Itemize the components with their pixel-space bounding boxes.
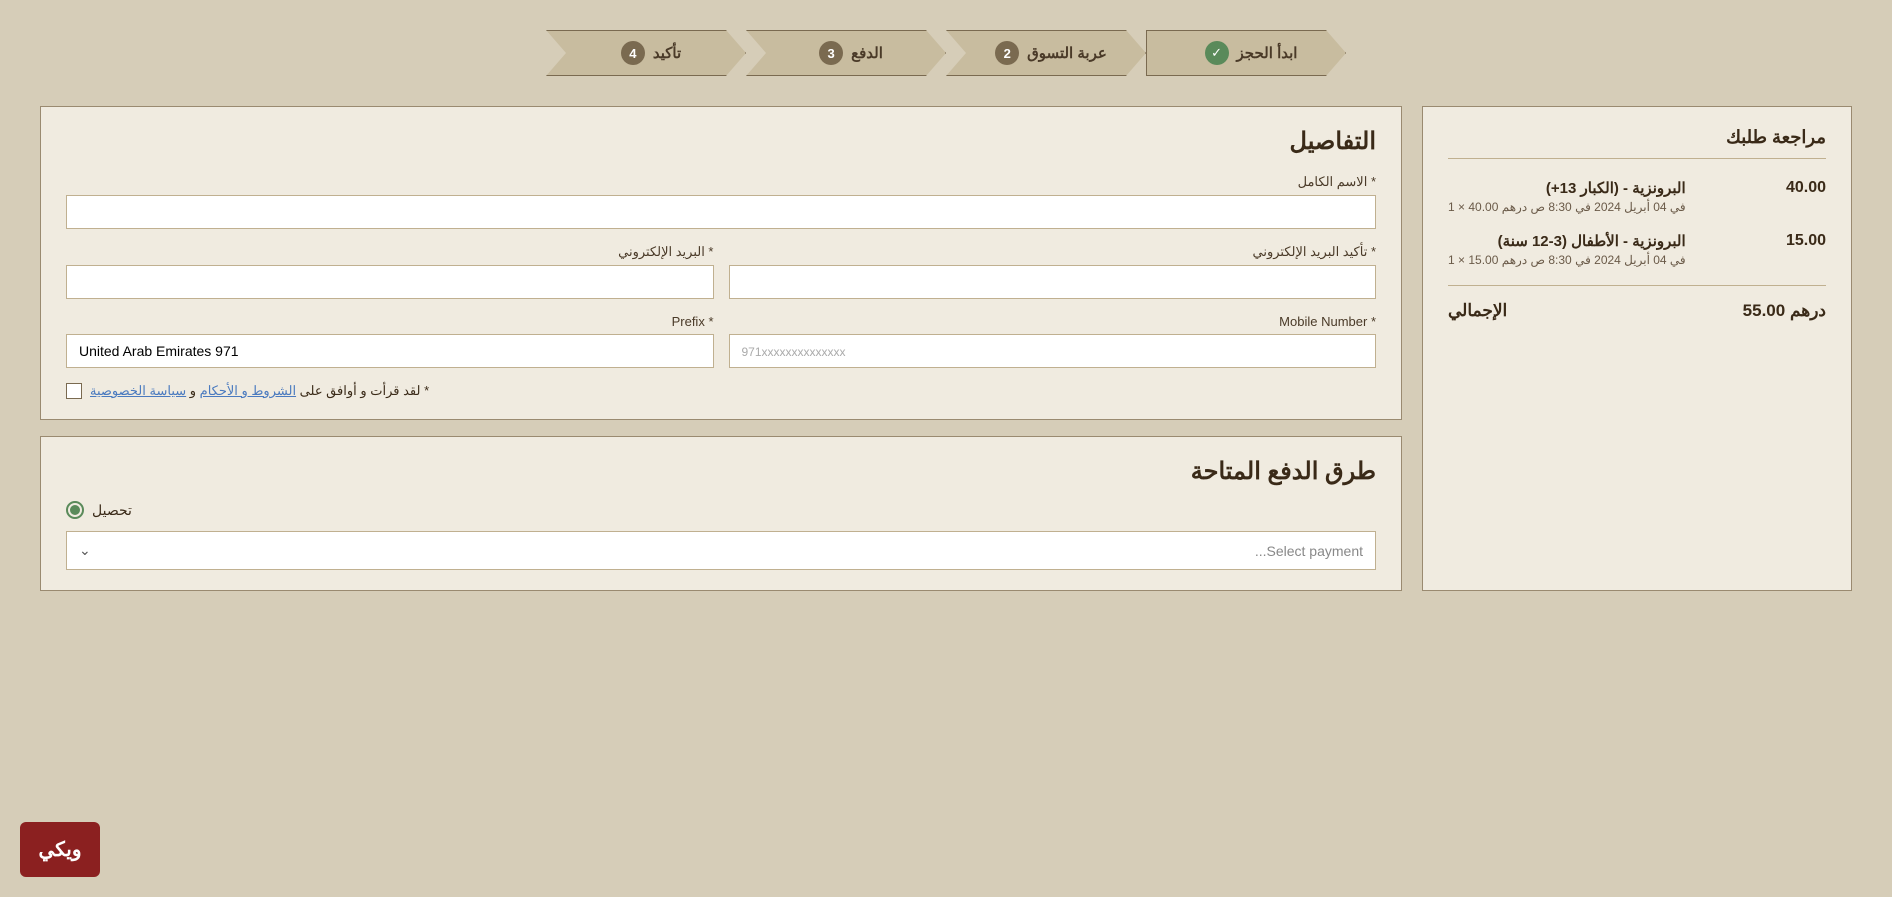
- logo-box: ويكي: [20, 822, 100, 877]
- order-summary-panel: مراجعة طلبك 40.00 البرونزية - (الكبار 13…: [1422, 106, 1852, 591]
- details-title: التفاصيل: [66, 127, 1376, 156]
- payment-option-tahseel: تحصيل: [66, 501, 1376, 519]
- step-cart[interactable]: عربة التسوق 2: [946, 30, 1146, 76]
- confirm-email-group: * تأكيد البريد الإلكتروني: [729, 244, 1377, 299]
- order-total-label: الإجمالي: [1448, 301, 1507, 321]
- confirm-email-input[interactable]: [729, 265, 1377, 299]
- order-item-2-sub: في 04 أبريل 2024 في 8:30 ص درهم 15.00 × …: [1448, 253, 1686, 267]
- full-name-input[interactable]: [66, 195, 1376, 229]
- email-row: * تأكيد البريد الإلكتروني * البريد الإلك…: [66, 244, 1376, 299]
- order-item-2-details: البرونزية - الأطفال (3-12 سنة) في 04 أبر…: [1448, 232, 1686, 267]
- step-start-label: ابدأ الحجز: [1237, 44, 1298, 62]
- mobile-label: * Mobile Number: [729, 314, 1377, 329]
- order-item-2: 15.00 البرونزية - الأطفال (3-12 سنة) في …: [1448, 232, 1826, 267]
- order-item-1-name: البرونزية - (الكبار 13+): [1448, 179, 1686, 197]
- terms-row: * لقد قرأت و أوافق على الشروط و الأحكام …: [66, 383, 1376, 399]
- order-item-1-details: البرونزية - (الكبار 13+) في 04 أبريل 202…: [1448, 179, 1686, 214]
- step-cart-number: 2: [995, 41, 1019, 65]
- payment-radio[interactable]: [66, 501, 84, 519]
- prefix-group: * Prefix United Arab Emirates 971: [66, 314, 714, 368]
- logo-text: ويكي: [39, 837, 82, 862]
- step-confirm[interactable]: تأكيد 4: [546, 30, 746, 76]
- terms-link[interactable]: الشروط و الأحكام: [200, 383, 296, 398]
- step-payment[interactable]: الدفع 3: [746, 30, 946, 76]
- step-start[interactable]: ابدأ الحجز ✓: [1146, 30, 1346, 76]
- terms-and: و: [186, 383, 200, 398]
- confirm-email-label: * تأكيد البريد الإلكتروني: [729, 244, 1377, 260]
- logo-container: ويكي: [20, 822, 100, 877]
- terms-label: * لقد قرأت و أوافق على الشروط و الأحكام …: [90, 383, 429, 399]
- payment-select-arrow-icon: ⌄: [79, 542, 91, 559]
- step-payment-label: الدفع: [851, 44, 883, 62]
- details-card: التفاصيل * الاسم الكامل * تأكيد البريد ا…: [40, 106, 1402, 420]
- payment-radio-inner: [70, 505, 80, 515]
- order-item-2-name: البرونزية - الأطفال (3-12 سنة): [1448, 232, 1686, 250]
- payment-select-placeholder: Select payment...: [91, 543, 1363, 559]
- order-divider: [1448, 285, 1826, 286]
- payment-select-dropdown[interactable]: ⌄ Select payment...: [66, 531, 1376, 570]
- right-section: التفاصيل * الاسم الكامل * تأكيد البريد ا…: [40, 106, 1402, 591]
- payment-card: طرق الدفع المتاحة تحصيل ⌄ Select payment…: [40, 436, 1402, 591]
- order-total-amount: 55.00 درهم: [1743, 301, 1826, 321]
- step-start-check: ✓: [1205, 41, 1229, 65]
- payment-title: طرق الدفع المتاحة: [66, 457, 1376, 486]
- main-content: مراجعة طلبك 40.00 البرونزية - (الكبار 13…: [0, 96, 1892, 611]
- privacy-link[interactable]: سياسة الخصوصية: [90, 383, 186, 398]
- order-item-1-sub: في 04 أبريل 2024 في 8:30 ص درهم 40.00 × …: [1448, 200, 1686, 214]
- full-name-group: * الاسم الكامل: [66, 174, 1376, 229]
- order-total: 55.00 درهم الإجمالي: [1448, 301, 1826, 321]
- terms-checkbox[interactable]: [66, 383, 82, 399]
- step-confirm-number: 4: [621, 41, 645, 65]
- terms-text: * لقد قرأت و أوافق على: [296, 383, 429, 398]
- prefix-select[interactable]: United Arab Emirates 971: [66, 334, 714, 368]
- step-cart-label: عربة التسوق: [1027, 44, 1107, 62]
- payment-option-label: تحصيل: [92, 502, 132, 519]
- email-label: * البريد الإلكتروني: [66, 244, 714, 260]
- order-item-2-price: 15.00: [1786, 232, 1826, 250]
- mobile-row: * Mobile Number * Prefix United Arab Emi…: [66, 314, 1376, 368]
- full-name-row: * الاسم الكامل: [66, 174, 1376, 229]
- order-summary-title: مراجعة طلبك: [1448, 127, 1826, 159]
- order-item-1: 40.00 البرونزية - (الكبار 13+) في 04 أبر…: [1448, 179, 1826, 214]
- step-confirm-label: تأكيد: [653, 44, 681, 62]
- full-name-label: * الاسم الكامل: [66, 174, 1376, 190]
- step-payment-number: 3: [819, 41, 843, 65]
- stepper: ابدأ الحجز ✓ عربة التسوق 2 الدفع 3 تأكيد…: [0, 0, 1892, 96]
- mobile-input[interactable]: [729, 334, 1377, 368]
- email-group: * البريد الإلكتروني: [66, 244, 714, 299]
- email-input[interactable]: [66, 265, 714, 299]
- mobile-group: * Mobile Number: [729, 314, 1377, 368]
- order-item-1-price: 40.00: [1786, 179, 1826, 197]
- prefix-label: * Prefix: [66, 314, 714, 329]
